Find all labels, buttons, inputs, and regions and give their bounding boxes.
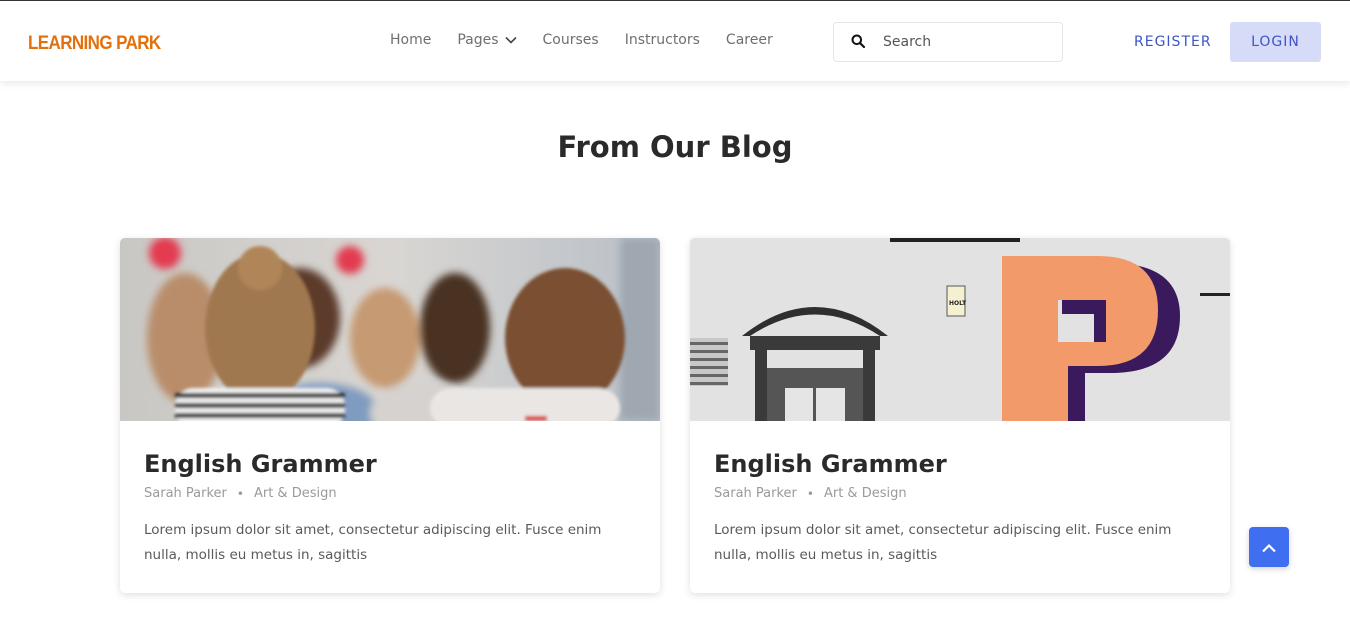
search-input[interactable] (883, 34, 1053, 50)
nav-item-instructors[interactable]: Instructors (625, 32, 700, 48)
blog-card-title[interactable]: English Grammer (144, 449, 636, 479)
blog-card-excerpt: Lorem ipsum dolor sit amet, consectetur … (714, 522, 1172, 563)
blog-card[interactable]: HOLT English Grammer Sarah Parker • Art … (690, 238, 1230, 593)
bullet-separator: • (236, 486, 244, 501)
section-title: From Our Blog (557, 130, 793, 164)
nav-item-label: Pages (457, 32, 499, 48)
nav-item-label: Instructors (624, 32, 700, 48)
image-sign-text: HOLT (949, 300, 967, 307)
blog-card-meta: Sarah Parker • Art & Design (144, 486, 636, 501)
blog-card-author: Sarah Parker (144, 486, 227, 501)
blog-card-body: English Grammer Sarah Parker • Art & Des… (690, 421, 1230, 568)
blog-card-title[interactable]: English Grammer (714, 449, 1206, 479)
blog-card-excerpt: Lorem ipsum dolor sit amet, consectetur … (144, 522, 602, 563)
blog-card-body: English Grammer Sarah Parker • Art & Des… (120, 421, 660, 568)
blog-card-image (120, 238, 660, 421)
search-icon[interactable] (851, 33, 866, 52)
blog-card-category: Art & Design (253, 486, 337, 501)
chevron-up-icon (1261, 538, 1277, 557)
search-box (833, 22, 1063, 62)
bullet-separator: • (806, 486, 814, 501)
nav-item-pages[interactable]: Pages (457, 32, 517, 48)
blog-card[interactable]: English Grammer Sarah Parker • Art & Des… (120, 238, 660, 593)
scroll-to-top-button[interactable] (1249, 527, 1289, 567)
site-logo[interactable]: LEARNING PARK (28, 32, 161, 54)
main-nav: Home Pages Courses Instructors Career (390, 32, 799, 48)
login-button[interactable]: LOGIN (1230, 22, 1321, 62)
site-header: LEARNING PARK Home Pages Courses Instruc… (0, 0, 1350, 81)
blog-card-category: Art & Design (823, 486, 907, 501)
blog-card-image: HOLT (690, 238, 1230, 421)
nav-item-label: Home (390, 32, 432, 48)
nav-item-career[interactable]: Career (726, 32, 773, 48)
nav-item-label: Courses (542, 32, 599, 48)
register-link[interactable]: REGISTER (1134, 34, 1212, 50)
blog-card-meta: Sarah Parker • Art & Design (714, 486, 1206, 501)
nav-item-home[interactable]: Home (390, 32, 431, 48)
blog-card-author: Sarah Parker (714, 486, 797, 501)
nav-item-courses[interactable]: Courses (543, 32, 599, 48)
vent-graphic (690, 338, 728, 386)
nav-item-label: Career (725, 32, 773, 48)
chevron-down-icon (504, 36, 517, 44)
